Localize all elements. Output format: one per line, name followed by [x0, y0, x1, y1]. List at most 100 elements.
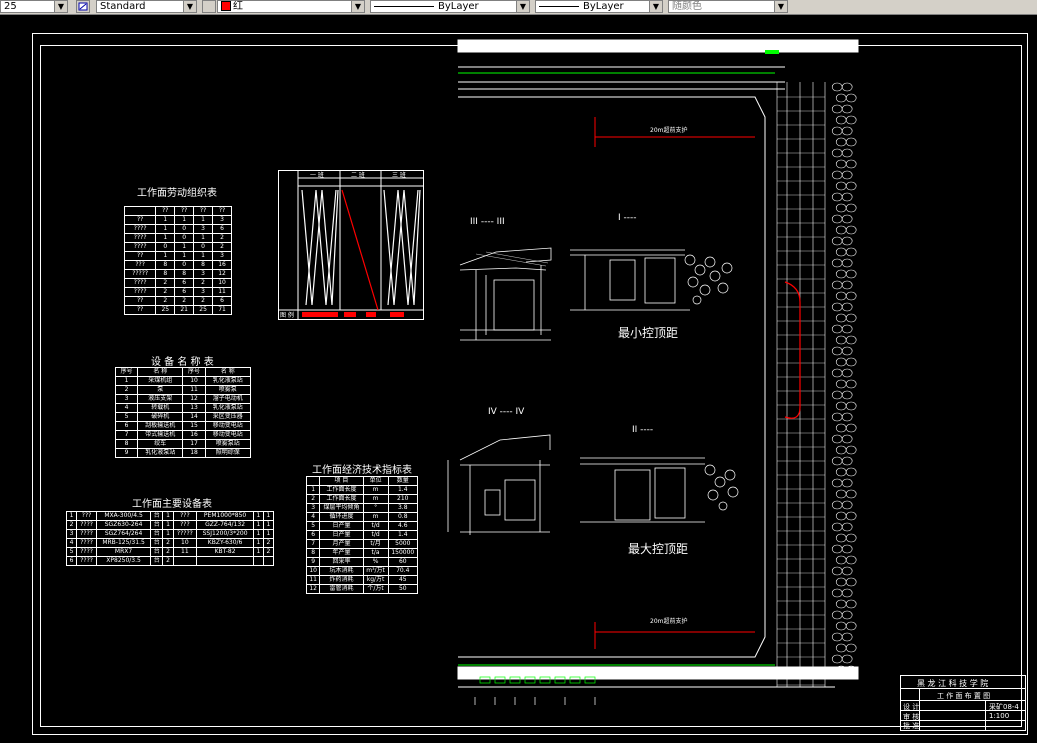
table-cell: ???? [123, 242, 157, 252]
chevron-down-icon[interactable]: ▼ [516, 1, 529, 12]
main-equipment-row: 4???? MRB-125/31.5 台 2 10 KBZY-630/6 1 2 [65, 538, 275, 548]
shift-cycle-lines [301, 189, 421, 306]
table-cell: 2 [162, 547, 174, 557]
layer-icon[interactable] [202, 0, 216, 13]
linetype-combo[interactable]: ByLayer ▼ [370, 0, 530, 13]
table-cell: ??? [123, 260, 157, 270]
table-cell: ?? [123, 296, 157, 306]
table-cell: 50 [387, 584, 419, 594]
econ-row: 6 日产量 t/d 1.4 [305, 530, 419, 540]
table-cell: 11 [212, 287, 232, 297]
lineweight-combo[interactable]: 25 ▼ [0, 0, 68, 13]
table-cell: 2 [262, 547, 275, 557]
linetype-preview [374, 5, 434, 7]
chevron-down-icon[interactable]: ▼ [183, 1, 196, 12]
table-cell: 9 [114, 448, 139, 458]
econ-row: 4 循环进度 m 0.8 [305, 512, 419, 522]
table-cell: 3 [212, 215, 232, 225]
table-cell: 3 [212, 251, 232, 261]
table-cell: 8 [305, 548, 321, 558]
table-header-cell [305, 476, 321, 486]
labor-table: ?????????? 1 1 1 3???? 1 0 3 6???? 1 0 1 2???? 0 1 0 2??… [123, 206, 232, 315]
lineweight-preview [539, 5, 579, 7]
table-cell: 1 [155, 215, 176, 225]
table-cell: 1 [252, 529, 264, 539]
lineweight2-combo[interactable]: ByLayer ▼ [535, 0, 663, 13]
plotstyle-combo[interactable]: 随颜色 ▼ [668, 0, 788, 13]
table-cell: 11 [305, 575, 321, 585]
table-cell: 1 [262, 520, 275, 530]
table-cell: 5 [305, 521, 321, 531]
table-cell: 17 [182, 439, 206, 449]
table-cell: 1 [155, 251, 176, 261]
support-label-top: 20m超前支护 [650, 127, 688, 134]
table-cell: m [362, 485, 389, 495]
table-cell: GZZ-764/132 [196, 520, 254, 530]
labor-row: ?? 2 2 2 6 [123, 296, 232, 306]
table-cell: 1 [193, 215, 214, 225]
table-cell: 1 [114, 376, 139, 386]
table-cell: ???? [123, 233, 157, 243]
equipment-row: 5 破碎机 14 采区变压器 [114, 412, 252, 422]
table-cell: MRB-125/31.5 [96, 538, 151, 548]
equipment-row: 9 乳化液泵站 18 照明综保 [114, 448, 252, 458]
text-style-icon[interactable] [76, 0, 90, 13]
equipment-row: 4 转载机 13 乳化液泵站 [114, 403, 252, 413]
econ-table-title: 工作面经济技术指标表 [312, 465, 412, 476]
table-header-cell: 名 称 [137, 367, 184, 377]
chevron-down-icon[interactable]: ▼ [649, 1, 662, 12]
chevron-down-icon[interactable]: ▼ [351, 1, 364, 12]
table-cell: 台 [149, 520, 164, 530]
table-cell: 1.4 [387, 485, 419, 495]
table-header-cell: ?? [155, 206, 176, 216]
table-header-row: 项 目单位 数量 [305, 476, 419, 486]
table-header-cell: 序号 [114, 367, 139, 377]
title-scale: 1:100 [989, 712, 1010, 720]
table-cell: m³/万t [362, 566, 389, 576]
table-cell: 1.4 [387, 530, 419, 540]
labor-row: ???? 0 1 0 2 [123, 242, 232, 252]
table-cell: m [362, 512, 389, 522]
table-cell: 2 [193, 296, 214, 306]
table-cell: 年产量 [319, 548, 364, 558]
drawing-canvas[interactable]: 工作面劳动组织表 ?????????? 1 1 1 3???? 1 0 3 6???? 1 0 1 2?… [0, 15, 1037, 743]
table-cell: t/d [362, 530, 389, 540]
table-cell: 16 [212, 260, 232, 270]
table-cell: 45 [387, 575, 419, 585]
table-cell: KBT-82 [196, 547, 254, 557]
table-cell: 6 [114, 421, 139, 431]
table-cell: 泵 [137, 385, 184, 395]
table-cell: 2 [262, 538, 275, 548]
table-cell: 6 [174, 278, 195, 288]
equipment-row: 1 采煤机组 10 乳化液泵站 [114, 376, 252, 386]
table-cell: 8 [155, 269, 176, 279]
color-combo[interactable]: 红 ▼ [217, 0, 365, 13]
table-cell: 14 [182, 412, 206, 422]
table-cell: 破碎机 [137, 412, 184, 422]
face-advance-line [341, 189, 379, 311]
chevron-down-icon[interactable]: ▼ [54, 1, 67, 12]
table-cell: 雷管消耗 [319, 584, 364, 594]
table-cell: 1 [252, 520, 264, 530]
table-cell: 1 [305, 485, 321, 495]
table-cell: 3 [114, 394, 139, 404]
lineweight-value: 25 [4, 1, 17, 12]
table-cell: 1 [252, 538, 264, 548]
table-cell: 1 [193, 233, 214, 243]
goaf-rock-pattern [831, 82, 857, 675]
main-equipment-title: 工作面主要设备表 [132, 499, 212, 510]
text-style-combo[interactable]: Standard ▼ [96, 0, 197, 13]
labor-schedule-chart: 一 班 二 班 三 班 图 例 [278, 170, 424, 320]
table-cell [196, 556, 254, 566]
title-row-approve: 批 准 [903, 722, 920, 730]
chevron-down-icon[interactable]: ▼ [774, 1, 787, 12]
table-header-cell: 名 称 [204, 367, 252, 377]
table-cell: 71 [212, 305, 232, 315]
table-cell: ??? [76, 511, 98, 521]
table-header-cell: 序号 [182, 367, 206, 377]
labor-row: ???? 1 0 3 6 [123, 224, 232, 234]
table-cell: 2 [65, 520, 78, 530]
support-label-bottom: 20m超前支护 [650, 618, 688, 625]
table-cell: 采煤机组 [137, 376, 184, 386]
table-cell: ???? [123, 278, 157, 288]
